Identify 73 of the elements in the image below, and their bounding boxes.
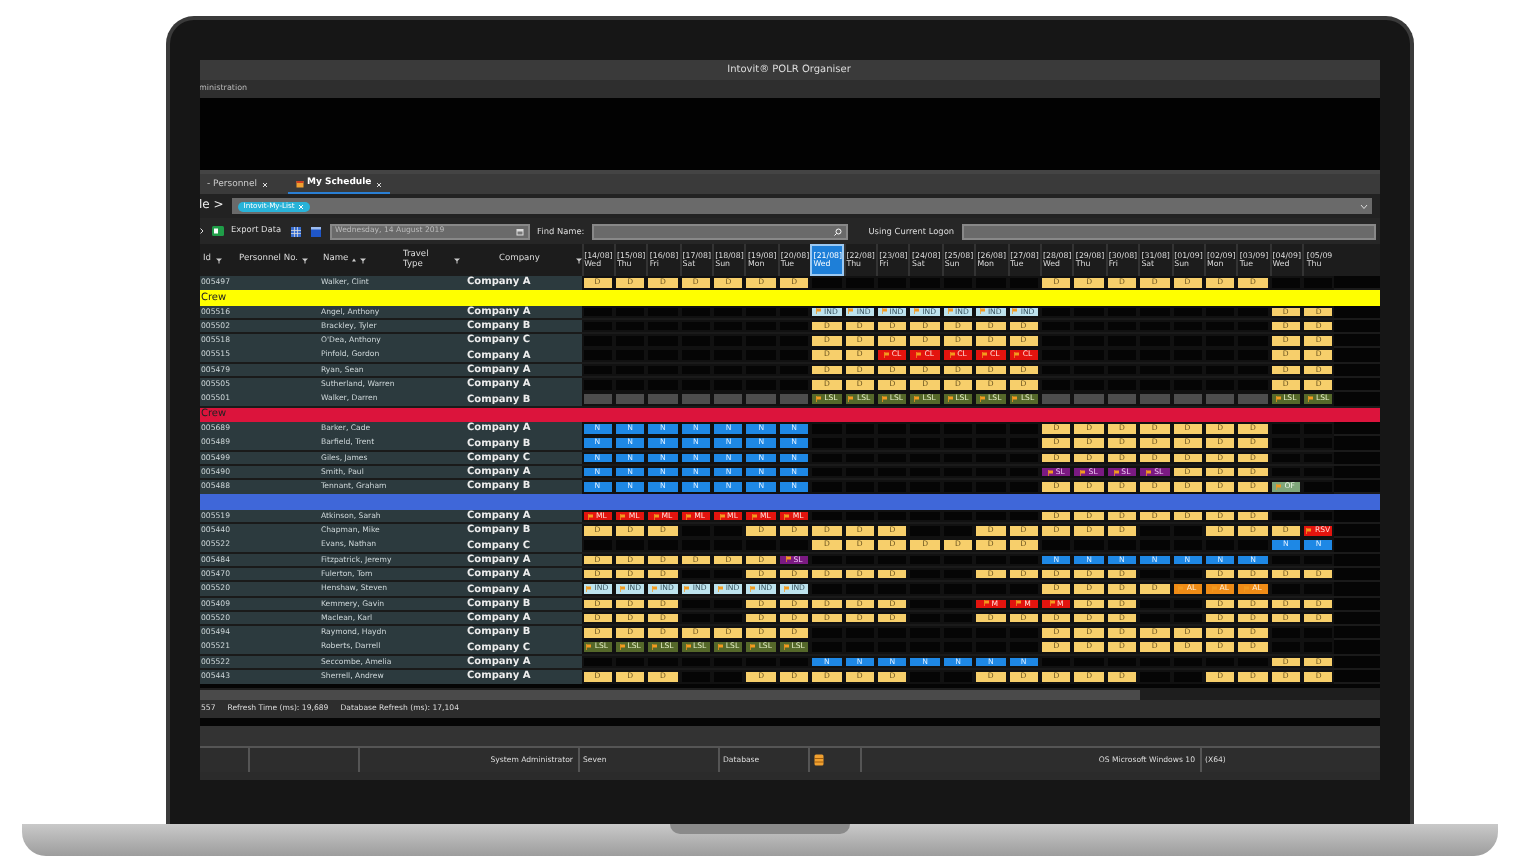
flag-icon [1016, 600, 1023, 607]
flag-icon [947, 396, 954, 403]
flag-icon [1012, 396, 1019, 403]
flag-icon [586, 586, 593, 592]
flag-icon [1012, 308, 1019, 315]
flag-icon [947, 308, 954, 315]
flag-icon [686, 513, 693, 520]
close-icon[interactable] [375, 181, 382, 187]
flag-icon [1307, 396, 1314, 403]
flag-icon [750, 644, 757, 651]
flag-icon [719, 513, 726, 520]
flag-icon [785, 556, 792, 563]
flag-icon [783, 644, 790, 651]
flag-icon [1275, 396, 1282, 403]
flag-icon [815, 308, 822, 315]
flag-icon [784, 513, 791, 520]
flag-icon [1306, 527, 1313, 534]
close-icon[interactable] [261, 182, 268, 188]
dropdown-caret-icon[interactable] [1359, 203, 1367, 209]
flag-icon [586, 644, 593, 651]
flag-icon [653, 513, 660, 520]
flag-icon [883, 352, 890, 359]
calendar-icon[interactable] [309, 225, 322, 237]
flag-icon [979, 308, 986, 315]
flag-icon [980, 396, 987, 403]
flag-icon [816, 396, 823, 403]
flag-icon [881, 308, 888, 315]
flag-icon [1047, 469, 1054, 476]
flag-icon [1178, 586, 1185, 592]
filter-icon[interactable] [360, 257, 367, 263]
flag-icon [1113, 469, 1120, 476]
flag-icon [587, 513, 594, 520]
flag-icon [750, 586, 757, 592]
flag-icon [1049, 600, 1056, 607]
filter-icon[interactable] [453, 257, 459, 263]
flag-icon [1014, 352, 1021, 359]
flag-icon [652, 586, 659, 592]
flag-icon [685, 644, 692, 651]
flag-icon [949, 352, 956, 359]
find-name-field[interactable] [592, 223, 849, 239]
calendar-icon[interactable] [515, 227, 524, 235]
filter-icon[interactable] [575, 257, 581, 263]
flag-icon [881, 396, 888, 403]
flag-icon [1244, 586, 1251, 592]
flag-icon [783, 586, 790, 592]
flag-icon [1211, 586, 1218, 592]
flag-icon [751, 513, 758, 520]
flag-icon [1146, 469, 1153, 476]
calendar-icon [295, 180, 304, 188]
flag-icon [983, 600, 990, 607]
flag-icon [717, 586, 724, 592]
database-icon [813, 754, 823, 766]
search-icon[interactable] [834, 227, 843, 235]
flag-icon [981, 352, 988, 359]
filter-icon[interactable] [215, 257, 221, 263]
flag-icon [619, 644, 626, 651]
spreadsheet-icon [211, 225, 223, 236]
flag-icon [916, 352, 923, 359]
flag-icon [717, 644, 724, 651]
calendar-grid-icon[interactable] [289, 225, 302, 237]
flag-icon [652, 644, 659, 651]
flag-icon [848, 396, 855, 403]
flag-icon [848, 308, 855, 315]
flag-icon [914, 396, 921, 403]
scrollbar-thumb[interactable] [199, 689, 1139, 699]
flag-icon [620, 513, 627, 520]
flag-icon [1276, 483, 1283, 490]
flag-icon [1080, 469, 1087, 476]
flag-icon [619, 586, 626, 592]
flag-icon [914, 308, 921, 315]
flag-icon [684, 586, 691, 592]
logon-field[interactable] [962, 223, 1375, 239]
filter-icon[interactable] [302, 257, 308, 263]
